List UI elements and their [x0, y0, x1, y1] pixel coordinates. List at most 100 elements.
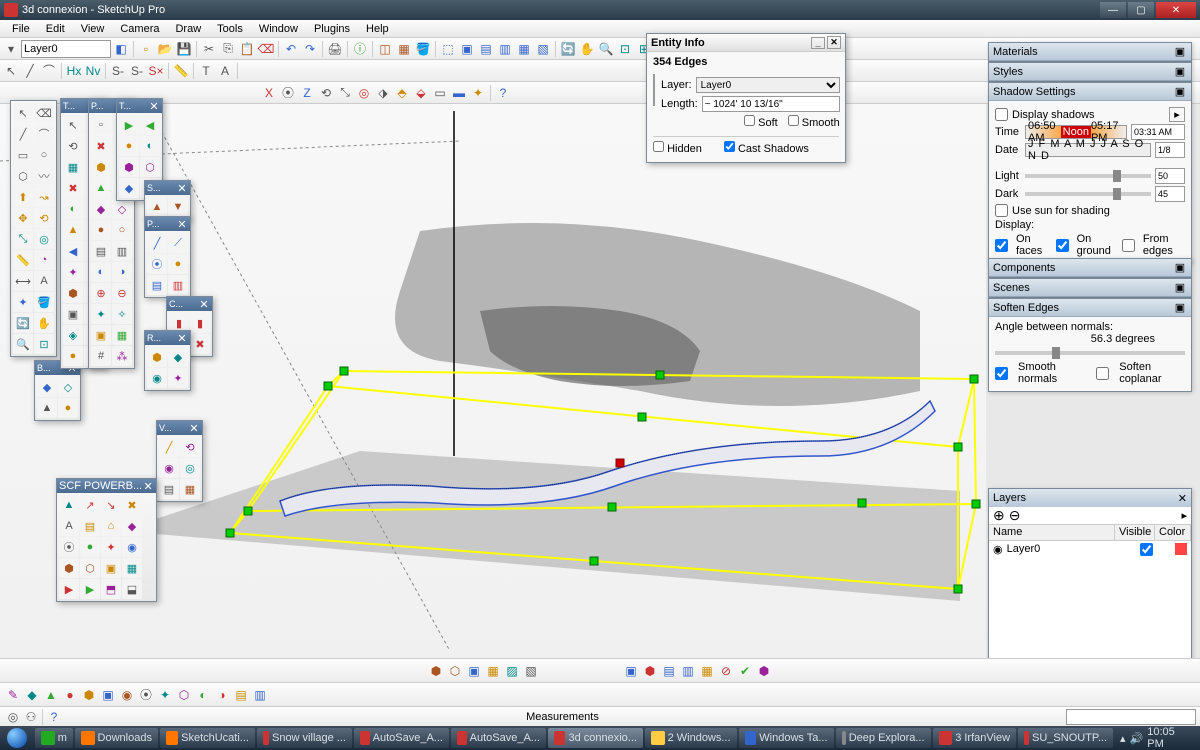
- text-icon[interactable]: T: [197, 62, 215, 80]
- axis-tool-icon[interactable]: ✦: [13, 292, 33, 312]
- pushpull-tool-icon[interactable]: ⬆: [13, 187, 33, 207]
- entity-info-close-button[interactable]: ✕: [827, 36, 841, 49]
- bt2l-icon[interactable]: ◑: [213, 686, 231, 704]
- rect-tool-icon[interactable]: ▭: [13, 145, 33, 165]
- pu-icon[interactable]: ▣: [91, 325, 111, 345]
- pp-icon[interactable]: ◑: [112, 262, 132, 282]
- help-icon[interactable]: ?: [494, 84, 512, 102]
- layer-add-button[interactable]: ⊕: [993, 507, 1005, 524]
- bt1h-icon[interactable]: ⬢: [641, 662, 659, 680]
- back-icon[interactable]: ▦: [515, 40, 533, 58]
- ra-icon[interactable]: ⬢: [147, 347, 167, 367]
- layer-menu-button[interactable]: ▸: [1181, 509, 1187, 522]
- open-icon[interactable]: 📂: [156, 40, 174, 58]
- freehand-tool-icon[interactable]: 〰: [34, 166, 54, 186]
- entity-layer-select[interactable]: Layer0: [696, 77, 840, 93]
- window-maximize-button[interactable]: ▢: [1128, 2, 1154, 18]
- layers-close-button[interactable]: ✕: [1178, 492, 1187, 505]
- layers-header[interactable]: Layers✕: [989, 489, 1191, 507]
- smooth-normals-checkbox[interactable]: [995, 367, 1008, 380]
- bt1i-icon[interactable]: ▤: [660, 662, 678, 680]
- selection-grip[interactable]: [970, 375, 978, 383]
- selection-center-grip[interactable]: [616, 459, 624, 467]
- t1i-icon[interactable]: ◐: [63, 199, 83, 219]
- t2a-icon[interactable]: ▶: [119, 115, 139, 135]
- ext6-icon[interactable]: ✦: [469, 84, 487, 102]
- scf7-icon[interactable]: ⌂: [101, 516, 121, 536]
- t2c-icon[interactable]: ●: [119, 136, 139, 156]
- po-icon[interactable]: ◐: [91, 262, 111, 282]
- iso-icon[interactable]: ⬚: [439, 40, 457, 58]
- tray-icon[interactable]: ▴: [1120, 732, 1126, 745]
- scf20-icon[interactable]: ⬓: [122, 579, 142, 599]
- palette-scf-close[interactable]: ✕: [142, 480, 154, 493]
- pb1-icon[interactable]: ◆: [37, 377, 57, 397]
- scf3-icon[interactable]: ↘: [101, 495, 121, 515]
- shadow-menu-button[interactable]: ▸: [1169, 107, 1185, 122]
- t1u-icon[interactable]: ◈: [63, 325, 83, 345]
- taskbar-item[interactable]: 3 IrfanView: [933, 728, 1016, 748]
- palette-c-header[interactable]: C...✕: [167, 297, 212, 311]
- scf19-icon[interactable]: ⬒: [101, 579, 121, 599]
- bt1a-icon[interactable]: ⬢: [427, 662, 445, 680]
- taskbar-item[interactable]: SU_SNOUTP...: [1018, 728, 1113, 748]
- t1w-icon[interactable]: ●: [63, 346, 83, 366]
- scf15-icon[interactable]: ▣: [101, 558, 121, 578]
- light-input[interactable]: [1155, 168, 1185, 184]
- rd-icon[interactable]: ✦: [168, 368, 188, 388]
- selection-grip[interactable]: [954, 585, 962, 593]
- cd-icon[interactable]: ✖: [190, 334, 210, 354]
- selection-grip[interactable]: [638, 413, 646, 421]
- t1q-icon[interactable]: ⬢: [63, 283, 83, 303]
- display-shadows-checkbox[interactable]: [995, 108, 1008, 121]
- t1c-icon[interactable]: ⟲: [63, 136, 83, 156]
- smooth-checkbox[interactable]: [788, 115, 799, 126]
- material-swatch[interactable]: [653, 74, 655, 106]
- print-icon[interactable]: 🖨: [326, 40, 344, 58]
- selection-grip[interactable]: [324, 382, 332, 390]
- menu-window[interactable]: Window: [251, 21, 306, 37]
- menu-draw[interactable]: Draw: [167, 21, 209, 37]
- offset-tool-icon[interactable]: ◎: [34, 229, 54, 249]
- components-header[interactable]: Components▣: [989, 259, 1191, 277]
- save-icon[interactable]: 💾: [175, 40, 193, 58]
- bt2a-icon[interactable]: ✎: [4, 686, 22, 704]
- taskbar-item[interactable]: Windows Ta...: [739, 728, 834, 748]
- layer-selector[interactable]: Layer0: [21, 40, 111, 58]
- time-slider[interactable]: 06:50 AMNoon05:17 PM: [1025, 125, 1127, 139]
- entity-length-input[interactable]: [702, 96, 840, 112]
- pc-icon[interactable]: ✖: [91, 136, 111, 156]
- dark-input[interactable]: [1155, 186, 1185, 202]
- date-slider[interactable]: J F M A M J J A S O N D: [1025, 143, 1151, 157]
- p2e-icon[interactable]: ▤: [147, 275, 167, 295]
- vf-icon[interactable]: ▦: [180, 479, 200, 499]
- rb-icon[interactable]: ◆: [168, 347, 188, 367]
- scale-icon[interactable]: ⤡: [336, 84, 354, 102]
- scf11-icon[interactable]: ✦: [101, 537, 121, 557]
- tool-hx-icon[interactable]: Hx: [65, 62, 83, 80]
- cast-shadows-checkbox[interactable]: [724, 141, 735, 152]
- line-tool-icon[interactable]: ╱: [13, 124, 33, 144]
- scf9-icon[interactable]: ⦿: [59, 537, 79, 557]
- scf16-icon[interactable]: ▦: [122, 558, 142, 578]
- palette-c-close[interactable]: ✕: [198, 298, 210, 311]
- palette-v-close[interactable]: ✕: [188, 422, 200, 435]
- pan-icon[interactable]: ✋: [578, 40, 596, 58]
- palette-r-header[interactable]: R...✕: [145, 331, 190, 345]
- bt1d-icon[interactable]: ▦: [484, 662, 502, 680]
- eraser-tool-icon[interactable]: ⌫: [34, 103, 54, 123]
- ve-icon[interactable]: ▤: [159, 479, 179, 499]
- t2d-icon[interactable]: ◐: [140, 136, 160, 156]
- t2b-icon[interactable]: ◀: [140, 115, 160, 135]
- bt2b-icon[interactable]: ◆: [23, 686, 41, 704]
- bt1e-icon[interactable]: ▨: [503, 662, 521, 680]
- layer-visible-checkbox[interactable]: [1140, 543, 1153, 556]
- group-icon[interactable]: ▦: [395, 40, 413, 58]
- polygon-tool-icon[interactable]: ⬡: [13, 166, 33, 186]
- layer-color-swatch[interactable]: [1175, 543, 1187, 555]
- paint-icon[interactable]: 🪣: [414, 40, 432, 58]
- menu-view[interactable]: View: [73, 21, 113, 37]
- axis-icon[interactable]: ⦿: [279, 84, 297, 102]
- t1a-icon[interactable]: ↖: [63, 115, 83, 135]
- palette-s-close[interactable]: ✕: [176, 182, 188, 195]
